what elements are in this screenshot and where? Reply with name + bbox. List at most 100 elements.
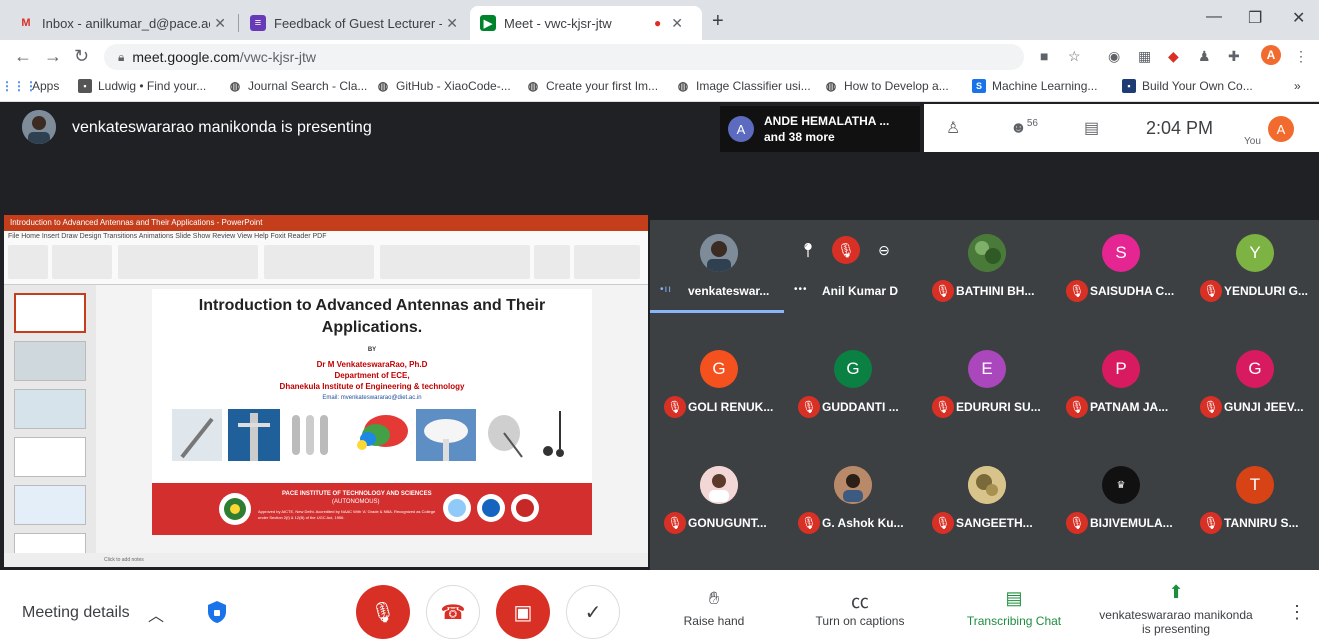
avatar[interactable]: A <box>1268 116 1294 142</box>
participant-name: SANGEETH... <box>956 516 1033 530</box>
extension-icon[interactable]: ◉ <box>1108 48 1120 65</box>
bookmark-apps[interactable]: ⋮⋮⋮ Apps <box>1 79 59 93</box>
meet-stage: venkateswararao manikonda is presenting … <box>0 102 1319 570</box>
participants-icon[interactable]: ☻56 <box>1010 118 1038 137</box>
profile-avatar[interactable]: A <box>1261 45 1281 65</box>
bookmark-item[interactable]: ▪ Build Your Own Co... <box>1122 79 1253 93</box>
mic-icon[interactable]: 🎙︎ <box>832 236 860 264</box>
participant-tile[interactable]: 📍︎ 🎙︎ ⊖ ••• Anil Kumar D <box>784 220 918 330</box>
participant-tile[interactable]: G 🎙︎ GOLI RENUK... <box>650 336 784 446</box>
chrome-window: { "tabs": [ {"title": "Inbox - anilkumar… <box>0 0 1319 644</box>
camera-off-button[interactable]: ▣ <box>496 585 550 639</box>
check-button[interactable]: ✓ <box>566 585 620 639</box>
restore-icon[interactable]: ❐ <box>1248 8 1262 28</box>
slide-thumbnail[interactable] <box>14 485 86 525</box>
star-icon[interactable]: ☆ <box>1068 48 1081 65</box>
bookmark-item[interactable]: S Machine Learning... <box>972 79 1097 93</box>
antenna-image <box>228 409 280 461</box>
tab-gmail[interactable]: M Inbox - anilkumar_d@pace.ac.in ✕ <box>8 6 236 40</box>
participant-tile[interactable]: P 🎙︎ PATNAM JA... <box>1052 336 1186 446</box>
muted-mic-icon: 🎙︎ <box>664 512 686 534</box>
naac-logo <box>443 494 471 522</box>
participant-tile[interactable]: S 🎙︎ SAISUDHA C... <box>1052 220 1186 330</box>
participant-tile[interactable]: G 🎙︎ GUNJI JEEV... <box>1186 336 1319 446</box>
participant-name: G. Ashok Ku... <box>822 516 904 530</box>
minimize-icon[interactable]: — <box>1206 8 1222 26</box>
antenna-image <box>482 409 528 461</box>
participant-tile[interactable]: E 🎙︎ EDURURI SU... <box>918 336 1052 446</box>
slide-thumbnail[interactable] <box>14 341 86 381</box>
bookmark-item[interactable]: ◍ Journal Search - Cla... <box>228 79 368 93</box>
tab-meet[interactable]: ▶ Meet - vwc-kjsr-jtw ● ✕ <box>470 6 702 40</box>
new-tab-button[interactable]: + <box>712 10 724 33</box>
person-icon[interactable]: ♙ <box>946 118 960 138</box>
raise-hand-button[interactable]: ✋︎ Raise hand <box>654 588 774 628</box>
camera-icon[interactable]: ■ <box>1040 48 1048 64</box>
tab-divider <box>238 14 239 32</box>
participant-name: YENDLURI G... <box>1224 284 1309 298</box>
avatar: T <box>1236 466 1274 504</box>
participant-tile[interactable]: T 🎙︎ TANNIRU S... <box>1186 452 1319 562</box>
avatar: ♛ <box>1102 466 1140 504</box>
participant-tile[interactable]: 🎙︎ SANGEETH... <box>918 452 1052 562</box>
bookmark-item[interactable]: ▪ Ludwig • Find your... <box>78 79 206 93</box>
url-domain: meet.google.com <box>132 49 240 65</box>
avatar: S <box>1102 234 1140 272</box>
extension-icon[interactable]: ◆ <box>1168 48 1179 65</box>
close-icon[interactable]: ✕ <box>446 15 458 32</box>
slide-thumbnail[interactable] <box>14 389 86 429</box>
bookmark-item[interactable]: ◍ Create your first Im... <box>526 79 658 93</box>
participant-tile[interactable]: 🎙︎ GONUGUNT... <box>650 452 784 562</box>
menu-kebab-icon[interactable]: ⋮ <box>1294 48 1308 65</box>
more-options-icon[interactable]: ⋮ <box>1288 602 1306 623</box>
participant-tile[interactable]: 🎙︎ BATHINI BH... <box>918 220 1052 330</box>
captions-button[interactable]: ㏄ Turn on captions <box>800 588 920 628</box>
extension-icon[interactable]: ♟ <box>1198 48 1211 65</box>
back-icon[interactable]: ← <box>14 46 32 67</box>
globe-icon: ◍ <box>229 79 241 93</box>
close-window-icon[interactable]: ✕ <box>1292 8 1305 28</box>
participant-tile[interactable]: ♛ 🎙︎ BIJIVEMULA... <box>1052 452 1186 562</box>
leave-call-button[interactable]: ☎︎ <box>426 585 480 639</box>
participant-tile[interactable]: 🎙︎ G. Ashok Ku... <box>784 452 918 562</box>
tab-feedback[interactable]: ≡ Feedback of Guest Lecturer - Go ✕ <box>240 6 468 40</box>
bookmark-item[interactable]: ◍ GitHub - XiaoCode-... <box>376 79 511 93</box>
meet-icon: ▶ <box>480 15 496 31</box>
tab-strip: M Inbox - anilkumar_d@pace.ac.in ✕ ≡ Fee… <box>0 0 1319 40</box>
extension-icon[interactable]: ▦ <box>1138 48 1151 65</box>
pin-icon[interactable]: 📍︎ <box>794 236 822 264</box>
powerpoint-title-bar: Introduction to Advanced Antennas and Th… <box>4 215 648 231</box>
bookmark-item[interactable]: ◍ Image Classifier usi... <box>676 79 811 93</box>
ribbon-group <box>380 245 530 279</box>
footer-institute: PACE INSTITUTE OF TECHNOLOGY AND SCIENCE… <box>282 491 432 497</box>
mic-off-button[interactable]: 🎙︎ <box>356 585 410 639</box>
close-icon[interactable]: ✕ <box>214 15 226 32</box>
url-field[interactable]: 🔒︎ meet.google.com /vwc-kjsr-jtw <box>104 44 1024 70</box>
remove-icon[interactable]: ⊖ <box>870 236 898 264</box>
participant-tile[interactable]: G 🎙︎ GUDDANTI ... <box>784 336 918 446</box>
participant-name: GUDDANTI ... <box>822 400 899 414</box>
participant-tile[interactable]: Y 🎙︎ YENDLURI G... <box>1186 220 1319 330</box>
slide-thumbnail[interactable] <box>14 293 86 333</box>
footer-approval: Approved by AICTE, New Delhi. Accredited… <box>258 509 436 520</box>
bookmark-item[interactable]: ◍ How to Develop a... <box>824 79 949 93</box>
close-icon[interactable]: ✕ <box>671 15 683 32</box>
speaking-indicator: •ıı <box>660 284 673 295</box>
forward-icon[interactable]: → <box>44 46 62 67</box>
puzzle-icon[interactable]: ✚ <box>1228 48 1240 65</box>
shield-icon[interactable] <box>206 600 228 624</box>
slide-thumbnail[interactable] <box>14 437 86 477</box>
notes-bar[interactable]: Click to add notes <box>4 553 648 567</box>
avatar <box>968 234 1006 272</box>
chevron-up-icon[interactable]: ︿ <box>148 602 164 626</box>
presenting-button[interactable]: ⬆︎ venkateswararao manikonda is presenti… <box>1084 582 1268 636</box>
participant-tile[interactable]: •ıı venkateswar... <box>650 220 784 330</box>
chat-icon[interactable]: ▤ <box>1084 118 1099 138</box>
joined-name: ANDE HEMALATHA ... <box>764 114 890 128</box>
chat-button[interactable]: ▤ Transcribing Chat <box>954 588 1074 628</box>
bookmarks-overflow[interactable]: » <box>1294 79 1301 93</box>
meeting-details-button[interactable]: Meeting details <box>22 604 130 622</box>
meet-top-bar: venkateswararao manikonda is presenting … <box>0 102 1319 152</box>
reload-icon[interactable]: ↻ <box>74 46 89 67</box>
muted-mic-icon: 🎙︎ <box>1066 396 1088 418</box>
